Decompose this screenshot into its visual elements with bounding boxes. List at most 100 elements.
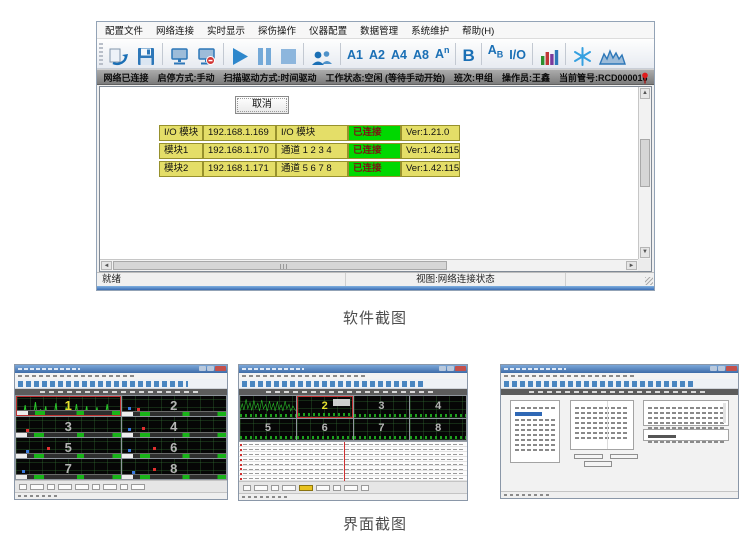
scroll-down-icon[interactable]: ▼ <box>640 247 650 258</box>
thumbnail-channel-grid-view: 1 2 3 4 5 <box>14 364 228 500</box>
gate-marker <box>128 428 131 431</box>
thumb-a-controlbar <box>15 480 227 492</box>
ascan-n-button[interactable]: An <box>432 41 453 67</box>
parameter-row <box>575 432 629 434</box>
channel-number: 3 <box>16 420 121 433</box>
channel-number: 3 <box>354 401 410 412</box>
ab-label: AB <box>488 38 504 67</box>
pause-button[interactable] <box>253 41 276 67</box>
software-caption: 软件截图 <box>0 307 750 328</box>
settings-button <box>574 454 602 460</box>
vertical-scrollbar[interactable]: ▲ ▼ <box>638 87 651 259</box>
channel-panel-3: 3 <box>354 396 410 418</box>
ascan-2-button[interactable]: A2 <box>366 41 388 67</box>
freeze-button[interactable] <box>569 41 596 67</box>
cancel-button[interactable]: 取消 <box>235 96 289 114</box>
io-button[interactable]: I/O <box>506 41 529 67</box>
control-placeholder <box>103 484 117 490</box>
channel-status-strip <box>16 474 121 479</box>
io-label: I/O <box>509 43 526 67</box>
ascan-1-button[interactable]: A1 <box>344 41 366 67</box>
toolbar-icons-placeholder <box>504 381 694 387</box>
channel-activity <box>298 413 352 416</box>
thumb-a-title-text <box>18 368 80 370</box>
horizontal-scrollbar-thumb[interactable] <box>113 261 447 270</box>
menu-realtime-display[interactable]: 实时显示 <box>207 23 245 37</box>
toolbar-separator <box>303 43 304 65</box>
menu-flaw-detection[interactable]: 探伤操作 <box>258 23 296 37</box>
text-placeholder <box>18 375 135 377</box>
pin-icon <box>641 72 649 86</box>
channel-panel-1 <box>240 396 296 418</box>
control-placeholder <box>75 484 89 490</box>
waveform-view-button[interactable] <box>596 41 629 67</box>
users-button[interactable] <box>307 41 337 67</box>
module-name-cell: I/O 模块 <box>159 125 203 141</box>
tree-item <box>515 419 555 421</box>
save-icon <box>136 46 156 67</box>
scrollbar-corner <box>638 259 651 271</box>
menu-instrument-config[interactable]: 仪器配置 <box>309 23 347 37</box>
channel-panel-4: 4 <box>122 417 227 437</box>
thumb-a-toolbar <box>15 379 227 389</box>
text-placeholder <box>504 375 634 377</box>
window-bottom-border <box>97 286 654 290</box>
module-status-cell: 已连接 <box>348 161 401 177</box>
module-version-cell: Ver:1.42.1156 <box>401 143 460 159</box>
close-icon <box>726 366 737 371</box>
bar-chart-button[interactable] <box>536 41 562 67</box>
channel-panel-2: 2 <box>122 396 227 416</box>
channel-activity <box>240 414 296 417</box>
thumb-b-toolbar <box>239 379 467 389</box>
ascan-8-button[interactable]: A8 <box>410 41 432 67</box>
channel-number: 6 <box>297 423 353 434</box>
gate-marker <box>153 447 156 450</box>
menu-network[interactable]: 网络连接 <box>156 23 194 37</box>
network-disconnect-button[interactable] <box>193 41 220 67</box>
scroll-up-icon[interactable]: ▲ <box>640 88 650 99</box>
network-connect-button[interactable] <box>166 41 193 67</box>
stop-icon <box>279 46 297 67</box>
minimize-icon <box>199 366 206 371</box>
toolbar-grip[interactable] <box>99 43 103 65</box>
ascan-4-button[interactable]: A4 <box>388 41 410 67</box>
scroll-right-icon[interactable]: ► <box>626 261 637 270</box>
thumb-c-toolbar <box>501 379 738 389</box>
b-label: B <box>462 44 474 67</box>
scroll-left-icon[interactable]: ◄ <box>101 261 112 270</box>
thumb-c-titlebar <box>501 365 738 373</box>
thumbnail-settings-view <box>500 364 739 499</box>
description-label <box>648 435 676 438</box>
stop-button[interactable] <box>276 41 300 67</box>
trace <box>243 473 464 474</box>
menu-data-management[interactable]: 数据管理 <box>360 23 398 37</box>
menu-help[interactable]: 帮助(H) <box>462 23 494 37</box>
horizontal-scrollbar[interactable]: ◄ ► <box>100 259 638 271</box>
resize-grip[interactable] <box>645 277 653 285</box>
control-placeholder <box>120 484 128 490</box>
menu-config-file[interactable]: 配置文件 <box>105 23 143 37</box>
play-button[interactable] <box>227 41 253 67</box>
module-channels-cell: I/O 模块 <box>276 125 348 141</box>
tree-item <box>515 434 555 436</box>
save-button[interactable] <box>133 41 159 67</box>
vertical-scrollbar-thumb[interactable] <box>640 139 650 187</box>
thumb-a-titlebar <box>15 365 227 373</box>
ab-scan-button[interactable]: AB <box>485 41 507 67</box>
thumb-b-strip-charts <box>239 441 467 481</box>
channel-panel-2-selected: 2 <box>297 396 353 418</box>
minimize-icon <box>439 366 446 371</box>
open-button[interactable] <box>105 41 133 67</box>
scrollbar-grip <box>280 264 287 269</box>
thumb-b-channel-grid: 2 3 4 5 6 7 <box>239 395 467 441</box>
thumb-a-statusbar <box>15 492 227 499</box>
bscan-button[interactable]: B <box>459 41 477 67</box>
status-strip: 网络已连接 启停方式:手动 扫描驱动方式:时间驱动 工作状态:空闲 (等待手动开… <box>97 69 654 85</box>
menu-system-maintenance[interactable]: 系统维护 <box>411 23 449 37</box>
text-placeholder <box>242 496 288 498</box>
channel-panel-6: 6 <box>297 419 353 441</box>
channel-info-box <box>333 399 349 406</box>
scan-cursor <box>344 442 345 481</box>
channel-status-strip <box>122 453 227 458</box>
thumb-c-statusbar <box>501 491 738 498</box>
